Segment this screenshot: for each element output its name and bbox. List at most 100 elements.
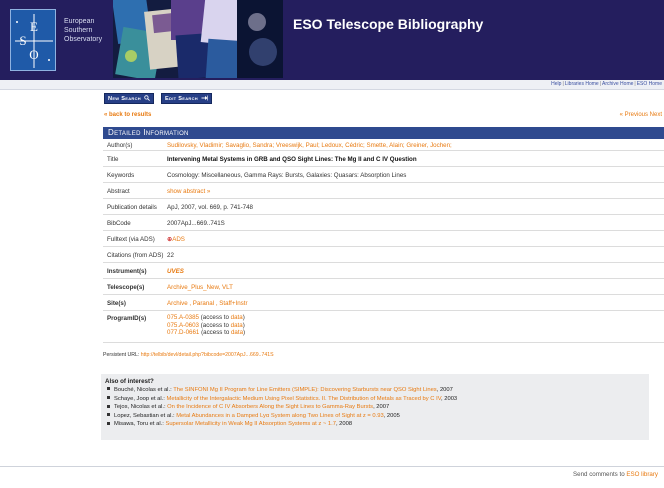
program-access-text: (access to — [199, 314, 231, 321]
table-row: Keywords Cosmology: Miscellaneous, Gamma… — [103, 167, 664, 183]
program-access-text: (access to — [199, 321, 231, 329]
publication-details-value: ApJ, 2007, vol. 669, p. 741-748 — [167, 204, 253, 211]
related-year: , 2003 — [441, 395, 458, 402]
site-header: E S O European Southern Observatory ESO — [0, 0, 664, 80]
abstract-label: Abstract — [107, 188, 130, 195]
authors-value[interactable]: Sudilovsky, Vladimir; Savaglio, Sandra; … — [167, 142, 452, 149]
table-row: ProgramID(s) 075.A-0385 (access to data)… — [103, 311, 664, 343]
publication-details-label: Publication details — [107, 204, 157, 211]
persistent-url-label: Persistent URL: — [103, 352, 141, 358]
related-year: , 2005 — [383, 412, 400, 419]
util-link-eso-home[interactable]: ESO Home — [637, 81, 662, 87]
program-access-end: ) — [242, 321, 245, 329]
edit-search-button[interactable]: Edit Search — [161, 93, 212, 104]
related-year: , 2008 — [335, 421, 353, 428]
org-line-1: European — [64, 18, 95, 25]
footer-divider — [0, 466, 664, 467]
previous-next-links[interactable]: « Previous Next — [620, 112, 662, 118]
citations-label: Citations (from ADS) — [107, 252, 164, 259]
citations-value: 22 — [167, 252, 174, 259]
util-separator: | — [634, 81, 636, 87]
footer-text: Send comments to — [573, 471, 627, 478]
util-link-libraries-home[interactable]: Libraries Home — [565, 81, 599, 87]
also-of-interest-title: Also of interest? — [105, 378, 154, 385]
keywords-label: Keywords — [107, 172, 135, 179]
eso-library-link[interactable]: ESO library — [626, 471, 658, 478]
keywords-value: Cosmology: Miscellaneous, Gamma Rays: Bu… — [167, 172, 407, 179]
logo-letter-e: E — [30, 19, 38, 34]
bibcode-value: 2007ApJ...669..741S — [167, 220, 225, 227]
back-to-results-link[interactable]: « back to results — [104, 112, 151, 118]
program-id-item: 075.A-0385 (access to data) — [167, 314, 245, 322]
related-author: Bouché, Nicolas et al.: — [114, 387, 174, 393]
list-item: Schaye, Joop et al.: Metallicity of the … — [105, 395, 645, 404]
bibcode-label: BibCode — [107, 220, 131, 227]
authors-label: Author(s) — [107, 142, 133, 149]
table-row: Fulltext (via ADS) ⊕ADS — [103, 231, 664, 247]
organization-name: European Southern Observatory — [64, 17, 102, 44]
detailed-information-heading: Detailed Information — [103, 127, 664, 139]
util-separator: | — [562, 81, 564, 87]
util-link-help[interactable]: Help — [551, 81, 561, 87]
table-row: Site(s) Archive , Paranal , Staff+Instr — [103, 295, 664, 311]
site-value-links[interactable]: Archive , Paranal , Staff+Instr — [167, 300, 248, 307]
persistent-url-link[interactable]: http://telbib/devl/detail.php?bibcode=20… — [141, 352, 274, 358]
program-id-item: 075.A-0603 (access to data) — [167, 322, 245, 330]
instrument-label: Instrument(s) — [107, 268, 147, 275]
util-link-archive-home[interactable]: Archive Home — [602, 81, 633, 87]
fulltext-label: Fulltext (via ADS) — [107, 236, 155, 243]
logo-letter-s: S — [19, 33, 26, 48]
program-id-link[interactable]: 077.D-0661 — [167, 329, 199, 336]
table-row: Instrument(s) UVES — [103, 263, 664, 279]
related-year: , 2007 — [373, 404, 390, 411]
bullet-icon — [107, 387, 110, 391]
telescope-value-links[interactable]: Archive_Plus_New, VLT — [167, 284, 233, 291]
bullet-icon — [107, 421, 110, 425]
telescope-label: Telescope(s) — [107, 284, 145, 291]
eso-logo-mark: E S O — [15, 14, 53, 68]
edit-search-label: Edit Search — [165, 96, 198, 102]
eso-logo[interactable]: E S O — [10, 9, 56, 71]
list-item: Misawa, Toru et al.: Supersolar Metallic… — [105, 420, 645, 429]
utility-bar: Help|Libraries Home|Archive Home|ESO Hom… — [0, 80, 664, 90]
also-of-interest-box: Also of interest? Bouché, Nicolas et al.… — [101, 374, 649, 440]
related-author: Tejos, Nicolas et al.: — [114, 404, 168, 411]
table-row: Publication details ApJ, 2007, vol. 669,… — [103, 199, 664, 215]
instrument-value-link[interactable]: UVES — [167, 268, 184, 275]
util-separator: | — [599, 81, 601, 87]
related-paper-link[interactable]: On the Incidence of C IV Absorbers Along… — [167, 404, 373, 410]
org-line-3: Observatory — [64, 36, 103, 43]
show-abstract-link[interactable]: show abstract » — [167, 188, 210, 195]
program-access-end: ) — [242, 314, 245, 321]
program-id-link[interactable]: 075.A-0385 — [167, 314, 199, 321]
title-value: Intervening Metal Systems in GRB and QSO… — [167, 156, 417, 163]
related-paper-link[interactable]: Metal Abundances in a Damped Lyα System … — [176, 413, 384, 419]
list-item: Tejos, Nicolas et al.: On the Incidence … — [105, 403, 645, 412]
related-paper-link[interactable]: Supersolar Metallicity in Weak Mg II Abs… — [165, 421, 336, 427]
program-ids-list: 075.A-0385 (access to data) 075.A-0603 (… — [167, 314, 245, 337]
program-data-link[interactable]: data — [231, 314, 243, 321]
detail-table: Author(s) Sudilovsky, Vladimir; Savaglio… — [103, 139, 664, 343]
title-label: Title — [107, 156, 119, 163]
program-data-link[interactable]: data — [231, 329, 243, 336]
table-row: Telescope(s) Archive_Plus_New, VLT — [103, 279, 664, 295]
table-row: Author(s) Sudilovsky, Vladimir; Savaglio… — [103, 139, 664, 151]
bullet-icon — [107, 396, 110, 400]
table-row: Abstract show abstract » — [103, 183, 664, 199]
program-access-text: (access to — [199, 329, 231, 336]
logo-letter-o: O — [29, 47, 38, 62]
program-id-link[interactable]: 075.A-0603 — [167, 322, 199, 329]
program-data-link[interactable]: data — [231, 322, 243, 329]
new-search-button[interactable]: New Search — [104, 93, 154, 104]
fulltext-ads-link[interactable]: ⊕ADS — [167, 236, 185, 243]
program-id-item: 077.D-0661 (access to data) — [167, 329, 245, 337]
ads-link-text: ADS — [172, 236, 185, 243]
header-collage-image — [113, 0, 283, 78]
bullet-icon — [107, 413, 110, 417]
related-paper-link[interactable]: The SINFONI Mg II Program for Line Emitt… — [173, 387, 437, 393]
panel-heading-text: Detailed Information — [108, 128, 189, 137]
related-author: Schaye, Joop et al.: — [114, 395, 167, 402]
table-row: Citations (from ADS) 22 — [103, 247, 664, 263]
related-paper-link[interactable]: Metallicity of the Intergalactic Medium … — [167, 396, 442, 402]
site-title: ESO Telescope Bibliography — [293, 16, 484, 32]
